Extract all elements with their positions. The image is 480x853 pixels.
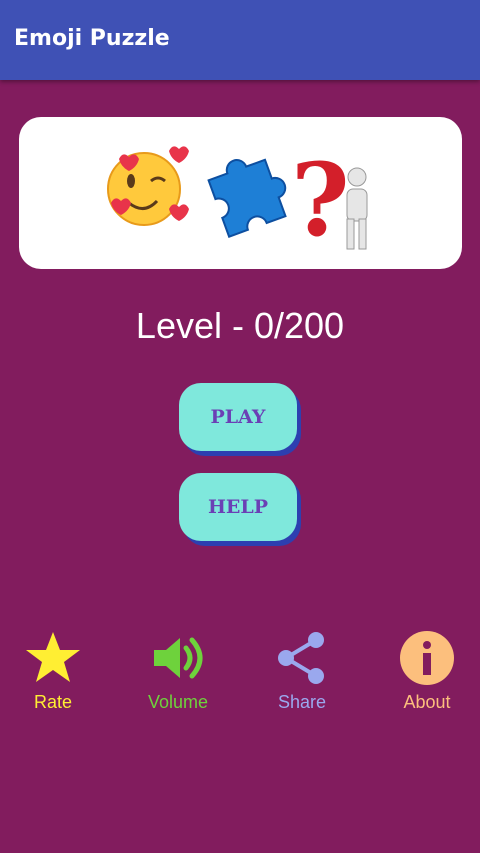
question-figure-icon: ? <box>291 141 368 259</box>
share-button[interactable]: Share <box>247 628 357 713</box>
svg-text:?: ? <box>291 141 350 259</box>
share-icon <box>247 628 357 688</box>
logo-image: ? <box>107 141 368 259</box>
star-icon <box>0 628 108 688</box>
volume-button[interactable]: Volume <box>123 628 233 713</box>
help-button[interactable]: HELP <box>179 473 297 541</box>
info-icon <box>372 628 480 688</box>
share-label: Share <box>277 692 327 712</box>
rate-label: Rate <box>33 692 73 712</box>
volume-label: Volume <box>147 692 209 712</box>
winking-face-icon <box>107 146 189 226</box>
play-button[interactable]: PLAY <box>179 383 297 451</box>
puzzle-piece-icon <box>207 158 287 238</box>
about-label: About <box>403 692 451 712</box>
level-indicator: Level - 0/200 <box>135 305 345 346</box>
app-title: Emoji Puzzle <box>14 26 170 51</box>
speaker-icon <box>123 628 233 688</box>
rate-button[interactable]: Rate <box>0 628 108 713</box>
about-button[interactable]: About <box>372 628 480 713</box>
logo-banner: ? <box>19 117 462 269</box>
app-bar: Emoji Puzzle <box>0 0 480 80</box>
